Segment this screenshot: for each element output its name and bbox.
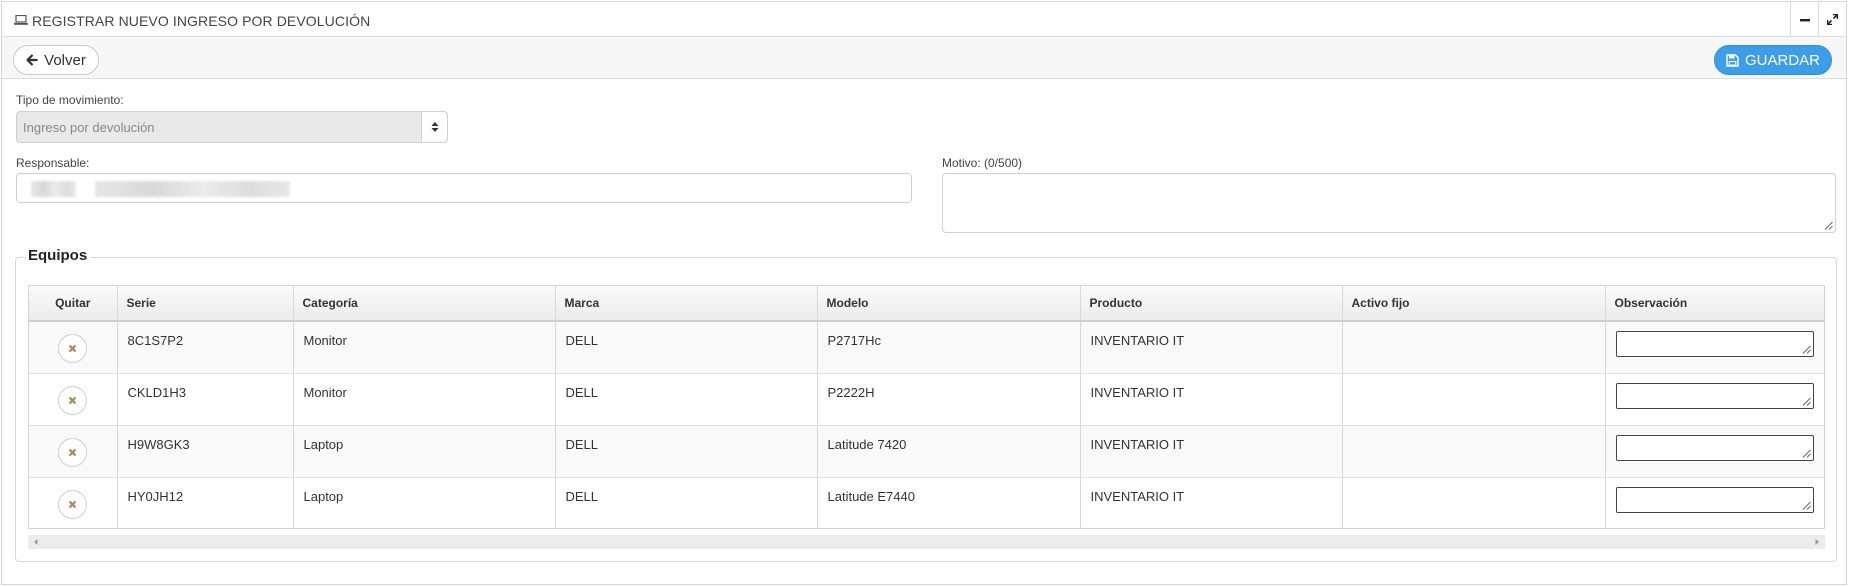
tipo-movimiento-select[interactable]: Ingreso por devolución <box>16 111 448 143</box>
col-header-modelo[interactable]: Modelo <box>817 286 1081 322</box>
motivo-textarea[interactable] <box>942 173 1836 233</box>
expand-icon <box>1827 14 1838 25</box>
window-titlebar: REGISTRAR NUEVO INGRESO POR DEVOLUCIÓN <box>2 2 1846 37</box>
col-header-producto[interactable]: Producto <box>1080 286 1343 322</box>
scroll-right-icon[interactable] <box>1813 538 1821 546</box>
remove-x-icon <box>68 396 77 404</box>
minus-icon <box>1799 18 1810 21</box>
table-header-row: Quitar Serie Categoría Marca Modelo Prod… <box>29 286 1824 322</box>
table-row: H9W8GK3 Laptop DELL Latitude 7420 INVENT… <box>29 425 1824 478</box>
observacion-cell <box>1605 373 1824 426</box>
motivo-label: Motivo: (0/500) <box>942 156 1023 170</box>
quitar-cell <box>29 373 118 426</box>
horizontal-scrollbar[interactable] <box>28 535 1825 549</box>
remove-row-button[interactable] <box>58 385 88 415</box>
maximize-button[interactable] <box>1818 2 1846 37</box>
producto-cell: INVENTARIO IT <box>1080 477 1343 528</box>
observacion-input[interactable] <box>1615 434 1814 461</box>
remove-x-icon <box>68 500 77 508</box>
col-header-observacion[interactable]: Observación <box>1605 286 1824 322</box>
categoria-cell: Laptop <box>293 425 556 478</box>
modelo-cell: Latitude E7440 <box>817 477 1081 528</box>
scroll-left-icon[interactable] <box>32 538 40 546</box>
serie-cell: 8C1S7P2 <box>117 321 294 374</box>
modelo-cell: P2717Hc <box>817 321 1081 374</box>
remove-row-button[interactable] <box>58 489 88 519</box>
resize-grip-icon[interactable] <box>1802 501 1811 510</box>
serie-cell: H9W8GK3 <box>117 425 294 478</box>
activo-fijo-cell <box>1342 321 1606 374</box>
toolbar: Volver GUARDAR <box>2 37 1846 79</box>
marca-cell: DELL <box>555 477 818 528</box>
redacted-text <box>95 181 290 197</box>
observacion-cell <box>1605 477 1824 528</box>
col-header-serie[interactable]: Serie <box>117 286 294 322</box>
minimize-button[interactable] <box>1790 2 1818 37</box>
categoria-cell: Laptop <box>293 477 556 528</box>
equipos-table: Quitar Serie Categoría Marca Modelo Prod… <box>29 286 1824 528</box>
observacion-input[interactable] <box>1615 486 1814 513</box>
save-button[interactable]: GUARDAR <box>1714 45 1832 75</box>
marca-cell: DELL <box>555 321 818 374</box>
remove-x-icon <box>68 448 77 456</box>
modelo-cell: Latitude 7420 <box>817 425 1081 478</box>
window-title: REGISTRAR NUEVO INGRESO POR DEVOLUCIÓN <box>32 13 371 29</box>
categoria-cell: Monitor <box>293 321 556 374</box>
responsable-label: Responsable: <box>16 156 90 170</box>
col-header-marca[interactable]: Marca <box>555 286 818 322</box>
col-header-quitar[interactable]: Quitar <box>29 286 118 322</box>
quitar-cell <box>29 425 118 478</box>
observacion-input[interactable] <box>1615 382 1814 409</box>
observacion-cell <box>1605 425 1824 478</box>
sort-arrows-icon <box>431 122 438 132</box>
remove-row-button[interactable] <box>58 333 88 363</box>
tipo-movimiento-value: Ingreso por devolución <box>23 120 155 135</box>
tipo-movimiento-label: Tipo de movimiento: <box>16 93 124 107</box>
arrow-left-icon <box>26 54 38 66</box>
marca-cell: DELL <box>555 425 818 478</box>
observacion-input[interactable] <box>1615 331 1814 357</box>
remove-x-icon <box>68 344 77 353</box>
back-button[interactable]: Volver <box>13 45 99 75</box>
save-button-label: GUARDAR <box>1744 51 1820 69</box>
resize-grip-icon[interactable] <box>1802 345 1811 354</box>
table-row: CKLD1H3 Monitor DELL P2222H INVENTARIO I… <box>29 373 1824 426</box>
table-row: 8C1S7P2 Monitor DELL P2717Hc INVENTARIO … <box>29 321 1824 374</box>
quitar-cell <box>29 321 118 374</box>
activo-fijo-cell <box>1342 373 1606 426</box>
modelo-cell: P2222H <box>817 373 1081 426</box>
remove-row-button[interactable] <box>58 437 88 467</box>
serie-cell: CKLD1H3 <box>117 373 294 426</box>
redacted-text <box>31 181 76 197</box>
producto-cell: INVENTARIO IT <box>1080 321 1343 374</box>
responsable-input[interactable] <box>16 173 912 203</box>
resize-grip-icon[interactable] <box>1824 221 1833 230</box>
floppy-disk-icon <box>1726 53 1739 67</box>
laptop-icon <box>14 15 28 25</box>
serie-cell: HY0JH12 <box>117 477 294 528</box>
table-row: HY0JH12 Laptop DELL Latitude E7440 INVEN… <box>29 477 1824 528</box>
marca-cell: DELL <box>555 373 818 426</box>
categoria-cell: Monitor <box>293 373 556 426</box>
col-header-categoria[interactable]: Categoría <box>293 286 556 322</box>
resize-grip-icon[interactable] <box>1802 397 1811 406</box>
col-header-activo-fijo[interactable]: Activo fijo <box>1342 286 1606 322</box>
activo-fijo-cell <box>1342 477 1606 528</box>
observacion-cell <box>1605 321 1824 374</box>
quitar-cell <box>29 477 118 528</box>
equipos-legend: Equipos <box>26 247 92 264</box>
activo-fijo-cell <box>1342 425 1606 478</box>
resize-grip-icon[interactable] <box>1802 449 1811 458</box>
select-arrows <box>421 112 447 142</box>
main-panel: REGISTRAR NUEVO INGRESO POR DEVOLUCIÓN V… <box>1 1 1847 585</box>
producto-cell: INVENTARIO IT <box>1080 373 1343 426</box>
producto-cell: INVENTARIO IT <box>1080 425 1343 478</box>
back-button-label: Volver <box>44 51 86 69</box>
equipos-table-wrapper: Quitar Serie Categoría Marca Modelo Prod… <box>28 285 1825 529</box>
